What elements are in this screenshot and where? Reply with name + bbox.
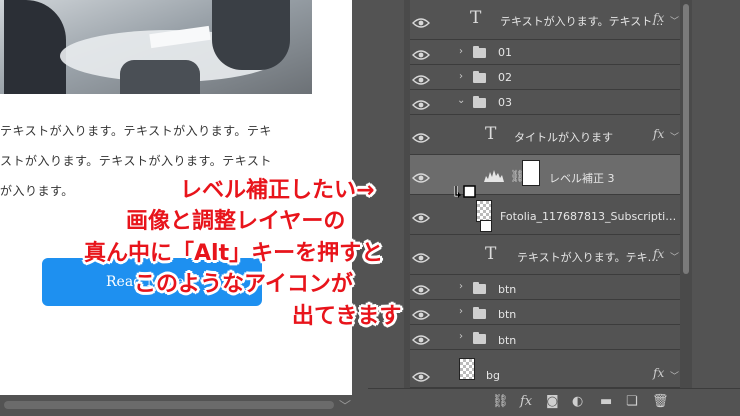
fx-icon[interactable]: fx	[520, 394, 532, 409]
folder-icon	[473, 46, 486, 58]
vertical-scrollbar[interactable]	[680, 0, 692, 388]
fx-icon[interactable]: fx	[653, 11, 664, 25]
body-text-line: が入ります。	[0, 184, 74, 198]
layer-name[interactable]: 02	[498, 71, 512, 84]
eye-icon[interactable]	[412, 129, 436, 143]
chevron-down-icon[interactable]: ﹀	[670, 250, 679, 263]
layer-mask-thumbnail[interactable]	[522, 160, 540, 186]
layer-name[interactable]: btn	[498, 308, 516, 321]
panel-edge	[692, 0, 740, 388]
fx-icon[interactable]: fx	[653, 247, 664, 261]
folder-icon	[473, 307, 486, 319]
new-layer-icon[interactable]: ❏	[626, 394, 638, 409]
layer-name[interactable]: 01	[498, 46, 512, 59]
chevron-down-icon[interactable]: ﹀	[670, 130, 679, 143]
chevron-right-icon[interactable]: ›	[459, 46, 463, 57]
layer-row[interactable]	[410, 300, 680, 325]
read-more-button[interactable]: Read More	[42, 258, 262, 306]
adjustment-icon[interactable]: ◐	[572, 394, 583, 409]
smart-object-icon	[480, 220, 492, 232]
text-layer-icon: T	[485, 244, 497, 264]
layer-row[interactable]	[410, 65, 680, 90]
eye-icon[interactable]	[412, 306, 436, 320]
horizontal-scrollbar[interactable]: ﹀	[0, 395, 368, 416]
layer-row[interactable]	[410, 40, 680, 65]
layers-bottom-toolbar: ⛓ fx ◙ ◐ ▬ ❏ 🗑	[368, 388, 740, 416]
eye-icon[interactable]	[412, 14, 436, 28]
folder-icon	[473, 282, 486, 294]
scrollbar-thumb[interactable]	[4, 401, 334, 409]
visibility-column	[368, 0, 404, 388]
text-layer-icon: T	[470, 8, 482, 28]
eye-icon[interactable]	[412, 96, 436, 110]
layer-name[interactable]: 03	[498, 96, 512, 109]
eye-icon[interactable]	[412, 249, 436, 263]
scrollbar-thumb[interactable]	[683, 4, 689, 274]
chevron-down-icon[interactable]: ⌄	[457, 95, 465, 106]
chevron-right-icon[interactable]: ›	[459, 306, 463, 317]
hero-photo	[0, 0, 312, 94]
eye-icon[interactable]	[412, 169, 436, 183]
document-canvas[interactable]: テキストが入ります。テキストが入ります。テキ ストが入ります。テキストが入ります…	[0, 0, 352, 395]
layer-row[interactable]	[410, 325, 680, 350]
fx-icon[interactable]: fx	[653, 366, 664, 380]
body-text-line: ストが入ります。テキストが入ります。テキスト	[0, 154, 272, 168]
layer-name[interactable]: btn	[498, 334, 516, 347]
layer-name[interactable]: テキストが入ります。テキスト…	[500, 13, 663, 29]
mask-icon[interactable]: ◙	[546, 394, 559, 409]
eye-icon[interactable]	[412, 209, 436, 223]
layer-row[interactable]	[410, 350, 680, 388]
eye-icon[interactable]	[412, 331, 436, 345]
eye-icon[interactable]	[412, 281, 436, 295]
eye-icon[interactable]	[412, 368, 436, 382]
layer-row-selected[interactable]	[410, 155, 680, 195]
layer-name[interactable]: btn	[498, 283, 516, 296]
chevron-down-icon[interactable]: ﹀	[670, 369, 679, 382]
text-layer-icon: T	[485, 124, 497, 144]
link-icon[interactable]: ⛓	[492, 394, 509, 409]
layer-name[interactable]: Fotolia_117687813_Subscripti…	[500, 210, 676, 223]
layer-thumbnail	[459, 358, 475, 380]
chevron-right-icon[interactable]: ›	[459, 281, 463, 292]
levels-histogram-icon	[484, 167, 504, 182]
folder-open-icon	[473, 96, 486, 108]
canvas-area[interactable]: テキストが入ります。テキストが入ります。テキ ストが入ります。テキストが入ります…	[0, 0, 368, 416]
chevron-down-icon[interactable]: ﹀	[339, 397, 351, 414]
eye-icon[interactable]	[412, 71, 436, 85]
folder-icon	[473, 332, 486, 344]
chevron-right-icon[interactable]: ›	[459, 331, 463, 342]
new-group-icon[interactable]: ▬	[600, 394, 612, 409]
chevron-right-icon[interactable]: ›	[459, 71, 463, 82]
layer-name[interactable]: テキストが入ります。テキ…	[517, 249, 659, 265]
eye-icon[interactable]	[412, 46, 436, 60]
layer-name[interactable]: タイトルが入ります	[514, 129, 613, 145]
chevron-down-icon[interactable]: ﹀	[670, 14, 679, 27]
fx-icon[interactable]: fx	[653, 127, 664, 141]
layer-row[interactable]	[410, 90, 680, 115]
layer-name[interactable]: bg	[486, 369, 500, 382]
layer-row[interactable]	[410, 275, 680, 300]
layer-thumbnail	[476, 200, 492, 222]
layer-name[interactable]: レベル補正 3	[549, 170, 615, 186]
folder-icon	[473, 71, 486, 83]
body-text-line: テキストが入ります。テキストが入ります。テキ	[0, 124, 272, 138]
trash-icon[interactable]: 🗑	[652, 394, 669, 409]
